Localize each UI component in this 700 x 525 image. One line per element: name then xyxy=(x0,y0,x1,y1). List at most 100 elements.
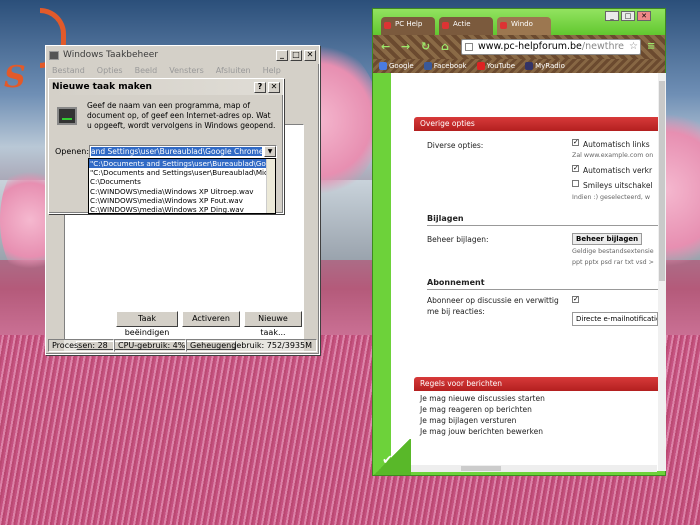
dropdown-option[interactable]: "C:\Documents and Settings\user\Bureaubl… xyxy=(89,159,275,169)
back-icon[interactable]: ← xyxy=(381,41,393,53)
menu-help[interactable]: Help xyxy=(263,66,281,75)
url-path: /newthre xyxy=(581,41,625,52)
dropdown-option[interactable]: C:\Documents xyxy=(89,177,275,186)
new-task-button[interactable]: Nieuwe taak... xyxy=(244,311,302,337)
status-cpu: CPU-gebruik: 4% xyxy=(114,339,186,352)
attachments-heading: Bijlagen xyxy=(427,214,464,223)
rule-item: Je mag bijlagen versturen xyxy=(420,416,517,425)
bookmark-label: Google xyxy=(389,62,414,70)
subscribe-label: Abonneer op discussie en verwittig me bi… xyxy=(427,296,559,316)
dialog-description: Geef de naam van een programma, map of d… xyxy=(87,101,276,130)
page-hscrollbar[interactable] xyxy=(391,465,657,472)
myradio-icon xyxy=(525,62,534,70)
maximize-button[interactable]: □ xyxy=(621,11,635,21)
task-manager-icon xyxy=(49,50,59,60)
bookmark-label: Facebook xyxy=(433,62,467,70)
close-button[interactable]: ✕ xyxy=(304,49,316,61)
status-memory: Geheugengebruik: 752/3935M xyxy=(186,339,317,352)
auto-links-checkbox[interactable]: ✓ xyxy=(572,139,579,146)
minimize-button[interactable]: _ xyxy=(276,49,288,61)
tab-windows[interactable]: Windo xyxy=(497,17,551,35)
bookmark-star-icon[interactable]: ☆ xyxy=(629,40,638,54)
bookmark-youtube[interactable]: YouTube xyxy=(476,62,516,70)
tab-strip: PC Help Actie Windo _ □ ✕ xyxy=(373,9,665,35)
manage-attachments-button[interactable]: Beheer bijlagen xyxy=(572,233,643,245)
open-combobox[interactable]: and Settings\user\Bureaublad\Google Chro… xyxy=(89,145,277,158)
scroll-thumb[interactable] xyxy=(659,81,665,281)
auto-links-note: Zal www.example.com on xyxy=(572,152,654,159)
bookmark-facebook[interactable]: Facebook xyxy=(423,62,467,70)
menu-afsluiten[interactable]: Afsluiten xyxy=(216,66,251,75)
menu-beeld[interactable]: Beeld xyxy=(135,66,158,75)
page-icon xyxy=(465,43,473,51)
dropdown-option[interactable]: C:\WINDOWS\media\Windows XP Uitroep.wav xyxy=(89,187,275,196)
manage-attachments-label: Beheer bijlagen: xyxy=(427,235,489,244)
task-manager-statusbar: Processen: 28 CPU-gebruik: 4% Geheugenge… xyxy=(48,339,317,352)
open-dropdown-list[interactable]: "C:\Documents and Settings\user\Bureaubl… xyxy=(88,158,276,214)
chevron-down-icon[interactable]: ▼ xyxy=(264,146,276,157)
dialog-title: Nieuwe taak maken xyxy=(52,82,152,92)
divider xyxy=(427,289,658,290)
attachments-note: Geldige bestandsextensie xyxy=(572,248,654,255)
notification-select[interactable]: Directe e-mailnotificatie xyxy=(572,312,658,326)
misc-options-label: Diverse opties: xyxy=(427,141,484,150)
activate-button[interactable]: Activeren xyxy=(182,311,240,327)
task-manager-titlebar: Windows Taakbeheer _ □ ✕ xyxy=(46,46,319,64)
scroll-thumb[interactable] xyxy=(461,466,501,471)
subscribe-checkbox[interactable]: ✓ xyxy=(572,296,579,303)
other-options-header: Overige opties xyxy=(414,117,658,131)
dropdown-option[interactable]: C:\WINDOWS\media\Windows XP Ding.wav xyxy=(89,205,275,213)
wrench-menu-icon[interactable]: ≡ xyxy=(647,41,659,53)
dropdown-option[interactable]: C:\WINDOWS\media\Windows XP Fout.wav xyxy=(89,196,275,205)
task-manager-title: Windows Taakbeheer xyxy=(63,50,159,60)
auto-verkr-label: Automatisch verkr xyxy=(583,166,653,175)
page-vscrollbar[interactable] xyxy=(658,73,666,471)
tab-pc-help[interactable]: PC Help xyxy=(381,17,435,35)
menu-vensters[interactable]: Vensters xyxy=(169,66,204,75)
divider xyxy=(427,225,658,226)
smileys-label: Smileys uitschakel xyxy=(583,181,653,190)
menu-opties[interactable]: Opties xyxy=(97,66,123,75)
minimize-button[interactable]: _ xyxy=(605,11,619,21)
tab-actie[interactable]: Actie xyxy=(439,17,493,35)
subscription-heading: Abonnement xyxy=(427,278,485,287)
bookmark-label: YouTube xyxy=(486,62,516,70)
close-button[interactable]: ✕ xyxy=(637,11,651,21)
rule-item: Je mag nieuwe discussies starten xyxy=(420,394,545,403)
auto-verkr-checkbox[interactable]: ✓ xyxy=(572,165,579,172)
open-label: Openen: xyxy=(55,147,90,156)
attachments-extensions: ppt pptx psd rar txt vsd > xyxy=(572,259,654,266)
chrome-toolbar: ← → ↻ ⌂ www.pc-helpforum.be/newthre ☆ ≡ xyxy=(373,35,665,59)
home-icon[interactable]: ⌂ xyxy=(441,41,453,53)
open-input[interactable]: and Settings\user\Bureaublad\Google Chro… xyxy=(91,147,262,156)
dialog-titlebar: Nieuwe taak maken ? ✕ xyxy=(49,79,283,95)
web-page: Overige opties Diverse opties: ✓ Automat… xyxy=(391,73,658,471)
facebook-icon xyxy=(423,62,432,70)
google-icon xyxy=(379,62,387,70)
menu-bestand[interactable]: Bestand xyxy=(52,66,85,75)
smileys-checkbox[interactable] xyxy=(572,180,579,187)
reload-icon[interactable]: ↻ xyxy=(421,41,433,53)
address-bar[interactable]: www.pc-helpforum.be/newthre ☆ xyxy=(461,39,641,55)
rules-header: Regels voor berichten xyxy=(414,377,658,391)
bookmarks-bar: Google Facebook YouTube MyRadio xyxy=(373,59,665,73)
dropdown-scrollbar[interactable] xyxy=(266,159,275,213)
maximize-button[interactable]: □ xyxy=(290,49,302,61)
forward-icon[interactable]: → xyxy=(401,41,413,53)
checkmark-corner-icon xyxy=(373,439,411,475)
youtube-icon xyxy=(476,62,485,70)
chrome-window: PC Help Actie Windo _ □ ✕ ← → ↻ ⌂ www.pc… xyxy=(372,8,666,476)
help-button[interactable]: ? xyxy=(254,81,266,93)
bookmark-google[interactable]: Google xyxy=(379,62,414,70)
wallpaper-logo-letter: S xyxy=(4,60,26,95)
rule-item: Je mag jouw berichten bewerken xyxy=(420,427,543,436)
rule-item: Je mag reageren op berichten xyxy=(420,405,532,414)
url-host: www.pc-helpforum.be xyxy=(478,41,582,52)
end-task-button[interactable]: Taak beëindigen xyxy=(116,311,178,337)
status-processes: Processen: 28 xyxy=(48,339,114,352)
bookmark-myradio[interactable]: MyRadio xyxy=(525,62,565,70)
auto-links-label: Automatisch links xyxy=(583,140,650,149)
dropdown-option[interactable]: "C:\Documents and Settings\user\Bureaubl… xyxy=(89,168,275,177)
smileys-note: Indien :) geselecteerd, w xyxy=(572,194,650,201)
dialog-close-button[interactable]: ✕ xyxy=(268,81,280,93)
